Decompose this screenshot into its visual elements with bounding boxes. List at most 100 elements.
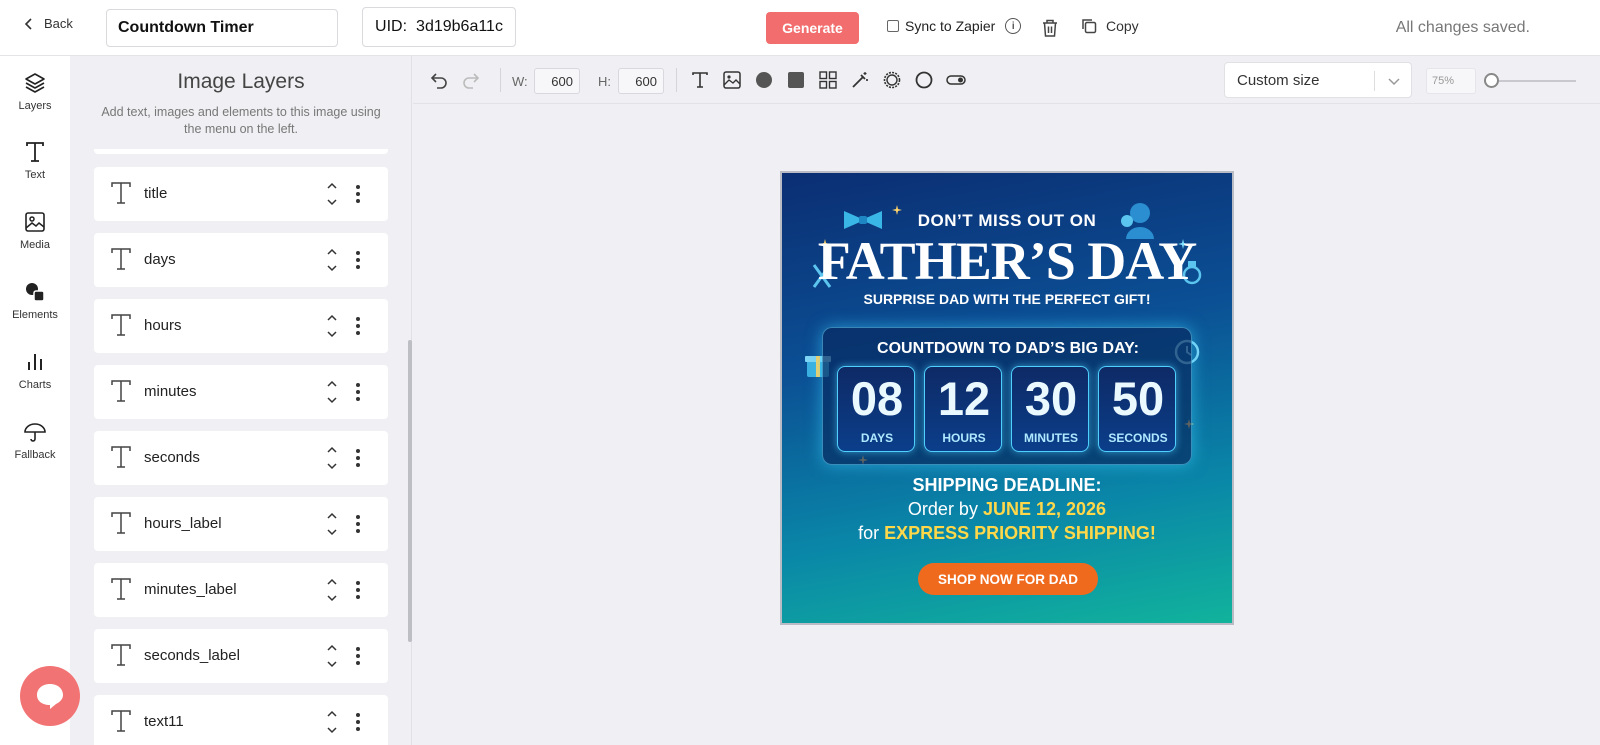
reorder-arrows-icon[interactable] (326, 576, 338, 604)
layer-row[interactable]: hours_label (94, 497, 388, 551)
countdown-minutes: 30 MINUTES (1011, 366, 1089, 452)
more-options-icon[interactable] (356, 250, 360, 270)
width-label: W: (512, 74, 528, 89)
layer-name: title (144, 185, 168, 202)
order-prefix: Order by (907, 499, 978, 519)
countdown-value: 08 (850, 372, 904, 425)
width-input[interactable]: 600 (534, 68, 580, 94)
add-text-icon[interactable] (690, 70, 710, 90)
back-button[interactable]: Back (22, 16, 73, 31)
panel-scrollbar[interactable] (408, 340, 412, 642)
more-options-icon[interactable] (356, 580, 360, 600)
height-input[interactable]: 600 (618, 68, 664, 94)
redo-icon[interactable] (461, 70, 481, 90)
reorder-arrows-icon[interactable] (326, 510, 338, 538)
add-circle-icon[interactable] (754, 70, 774, 90)
rail-item-elements[interactable]: Elements (0, 265, 70, 335)
rail-item-text[interactable]: Text (0, 125, 70, 195)
more-options-icon[interactable] (356, 448, 360, 468)
reorder-arrows-icon[interactable] (326, 378, 338, 406)
reorder-arrows-icon[interactable] (326, 312, 338, 340)
rail-label-charts: Charts (18, 378, 52, 391)
info-icon[interactable]: i (1005, 18, 1022, 34)
canvas-toolbar: W: 600 H: 600 Custom size 75% (413, 56, 1600, 104)
reorder-arrows-icon[interactable] (326, 180, 338, 208)
more-options-icon[interactable] (356, 316, 360, 336)
rail-label-media: Media (20, 238, 50, 251)
more-options-icon[interactable] (356, 514, 360, 534)
layer-row[interactable]: minutes_label (94, 563, 388, 617)
chevron-left-icon (24, 17, 32, 30)
rail-label-layers: Layers (18, 99, 52, 112)
layer-list-top (94, 149, 388, 154)
layer-name: days (144, 251, 176, 268)
order-by-line: Order by JUNE 12, 2026 (782, 499, 1232, 520)
express-prefix: for (858, 523, 880, 543)
layer-row[interactable]: days (94, 233, 388, 287)
layer-row[interactable]: seconds_label (94, 629, 388, 683)
text-layer-icon (111, 446, 131, 468)
layer-row[interactable]: text11 (94, 695, 388, 745)
text-layer-icon (111, 380, 131, 402)
layer-row[interactable]: seconds (94, 431, 388, 485)
countdown-heading: COUNTDOWN TO DAD’S BIG DAY: (877, 340, 1139, 357)
zoom-input[interactable]: 75% (1426, 68, 1476, 94)
copy-icon (1082, 19, 1097, 34)
uid-label: UID: (375, 18, 408, 35)
more-options-icon[interactable] (356, 382, 360, 402)
image-icon (25, 211, 45, 232)
reorder-arrows-icon[interactable] (326, 708, 338, 736)
text-layer-icon (111, 512, 131, 534)
copy-button[interactable]: Copy (1080, 17, 1139, 35)
countdown-value: 30 (1024, 372, 1078, 425)
reorder-arrows-icon[interactable] (326, 246, 338, 274)
rail-label-elements: Elements (12, 308, 58, 321)
express-text: EXPRESS PRIORITY SHIPPING! (884, 523, 1156, 543)
banner-top-line: DON’T MISS OUT ON (917, 211, 1097, 230)
text-layer-icon (111, 710, 131, 732)
reorder-arrows-icon[interactable] (326, 642, 338, 670)
shop-now-button: SHOP NOW FOR DAD (918, 563, 1098, 595)
countdown-label: DAYS (860, 431, 894, 445)
uid-display[interactable]: UID: 3d19b6a11c (362, 7, 516, 47)
chat-bubble-icon (37, 684, 63, 709)
sync-checkbox[interactable] (887, 20, 899, 32)
add-rectangle-icon[interactable] (786, 70, 806, 90)
rail-item-fallback[interactable]: Fallback (0, 405, 70, 475)
zoom-slider-thumb[interactable] (1484, 73, 1499, 88)
layer-name: seconds (144, 449, 200, 466)
generate-button[interactable]: Generate (766, 12, 859, 44)
layer-row[interactable]: hours (94, 299, 388, 353)
size-select[interactable]: Custom size (1224, 62, 1412, 98)
add-image-icon[interactable] (722, 70, 742, 90)
toggle-icon[interactable] (946, 70, 966, 90)
badge-icon[interactable] (882, 70, 902, 90)
order-date: JUNE 12, 2026 (982, 499, 1107, 519)
toolbar-divider (500, 68, 501, 92)
layer-row[interactable]: title (94, 167, 388, 221)
grid-icon[interactable] (818, 70, 838, 90)
rail-item-media[interactable]: Media (0, 195, 70, 265)
trash-icon[interactable] (1041, 18, 1059, 38)
panel-title: Image Layers (177, 70, 305, 93)
rail-item-layers[interactable]: Layers (0, 56, 70, 126)
image-canvas[interactable]: DON’T MISS OUT ON FATHER’S DAY SURPRISE … (780, 171, 1234, 625)
express-line: for EXPRESS PRIORITY SHIPPING! (782, 523, 1232, 544)
magic-wand-icon[interactable] (850, 70, 870, 90)
more-options-icon[interactable] (356, 646, 360, 666)
template-name-input[interactable]: Countdown Timer (106, 9, 338, 47)
layer-row[interactable]: minutes (94, 365, 388, 419)
circle-outline-icon[interactable] (914, 70, 934, 90)
countdown-box: COUNTDOWN TO DAD’S BIG DAY: 08 DAYS 12 H… (822, 327, 1192, 465)
countdown-label: HOURS (942, 431, 986, 445)
sync-zapier-toggle[interactable]: Sync to Zapier i (887, 18, 1022, 34)
text-layer-icon (111, 644, 131, 666)
reorder-arrows-icon[interactable] (326, 444, 338, 472)
rail-item-charts[interactable]: Charts (0, 335, 70, 405)
undo-icon[interactable] (429, 70, 449, 90)
rail-label-text: Text (24, 168, 46, 181)
more-options-icon[interactable] (356, 184, 360, 204)
chat-launcher[interactable] (20, 666, 80, 726)
more-options-icon[interactable] (356, 712, 360, 732)
back-label: Back (44, 16, 73, 31)
